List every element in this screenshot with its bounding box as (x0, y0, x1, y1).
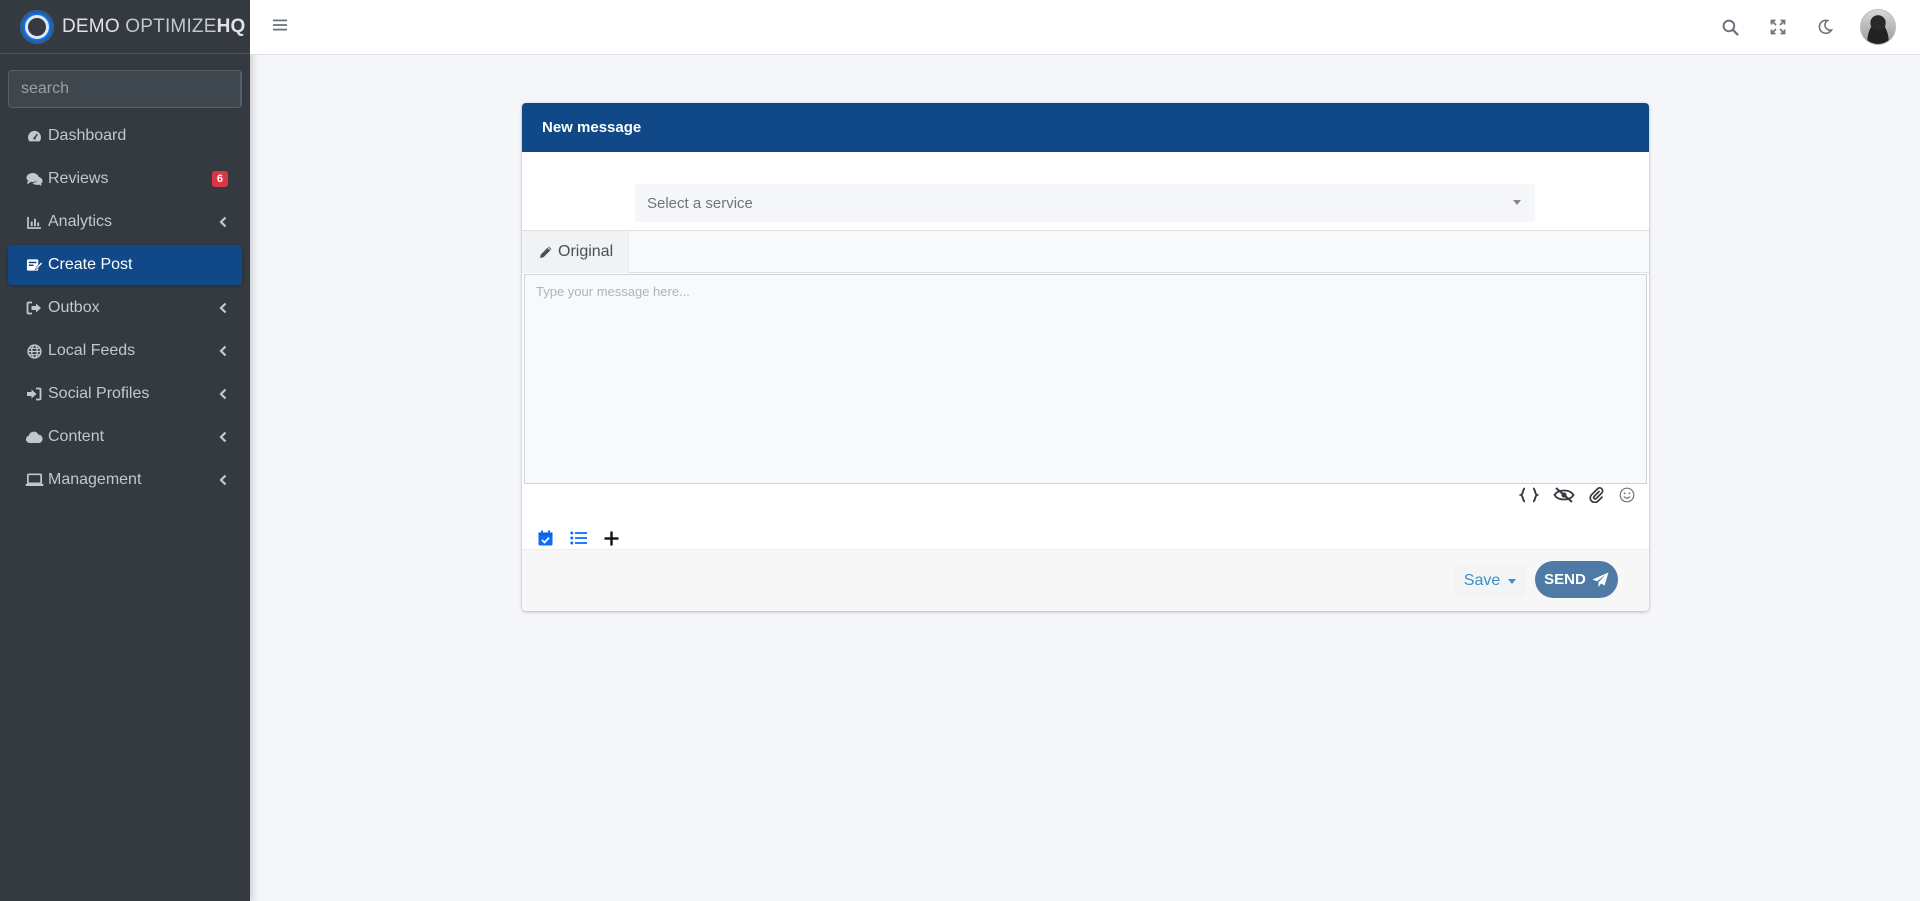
navbar-search-button[interactable] (1707, 0, 1754, 54)
sidebar-item-local-feeds[interactable]: Local Feeds (8, 331, 242, 371)
brand-logo-icon (20, 9, 54, 44)
moon-icon (1818, 19, 1833, 35)
brand-link[interactable]: DEMO OPTIMIZEHQ (0, 0, 250, 54)
comments-icon (24, 171, 44, 187)
card-footer: Save SEND (522, 549, 1649, 611)
sidebar-item-label: Create Post (48, 256, 133, 273)
chevron-left-icon (218, 216, 228, 228)
eye-slash-icon (1553, 487, 1575, 503)
laptop-icon (24, 472, 44, 488)
brand-text: DEMO OPTIMIZEHQ (62, 15, 246, 37)
chevron-left-icon (218, 431, 228, 443)
caret-down-icon (1508, 578, 1517, 584)
menu-toggle-icon[interactable] (272, 18, 290, 36)
sidebar-item-analytics[interactable]: Analytics (8, 202, 242, 242)
save-dropdown-button[interactable]: Save (1454, 564, 1526, 598)
sidebar-item-reviews[interactable]: Reviews 6 (8, 159, 242, 199)
tab-original[interactable]: Original (522, 231, 629, 273)
sidebar-item-label: Social Profiles (48, 385, 150, 402)
tab-label: Original (558, 243, 614, 260)
message-editor: Original (522, 230, 1649, 486)
fullscreen-button[interactable] (1754, 0, 1801, 54)
search-button[interactable] (240, 71, 242, 107)
service-select-placeholder: Select a service (647, 194, 753, 212)
add-button[interactable] (604, 531, 619, 546)
message-textarea-wrapper (524, 274, 1647, 484)
search-icon (241, 81, 242, 97)
sidebar-item-outbox[interactable]: Outbox (8, 288, 242, 328)
pencil-icon (539, 245, 553, 259)
preview-toggle-button[interactable] (1553, 487, 1575, 503)
sidebar-item-label: Analytics (48, 213, 113, 230)
chevron-left-icon (218, 474, 228, 486)
sidebar-item-social-profiles[interactable]: Social Profiles (8, 374, 242, 414)
chevron-left-icon (218, 388, 228, 400)
sidebar-item-label: Management (48, 471, 142, 488)
sidebar-item-label: Local Feeds (48, 342, 136, 359)
service-select[interactable]: Select a service (635, 184, 1535, 222)
caret-down-icon (1513, 200, 1521, 205)
editor-tabs: Original (522, 230, 1649, 273)
sidebar-item-content[interactable]: Content (8, 417, 242, 457)
new-message-card: New message Select a service Original Sa… (522, 103, 1649, 611)
bar-chart-icon (24, 214, 44, 230)
sidebar-item-label: Dashboard (48, 127, 127, 144)
sidebar-item-label: Reviews (48, 170, 109, 187)
calendar-check-icon (538, 530, 553, 546)
send-button-label: SEND (1544, 571, 1586, 588)
list-button[interactable] (570, 531, 587, 545)
chevron-left-icon (218, 302, 228, 314)
search-input[interactable] (9, 71, 240, 107)
sidebar-nav: Dashboard Reviews 6 Analytics Create Pos… (0, 116, 250, 500)
sidebar-search (8, 70, 242, 108)
globe-icon (24, 343, 44, 359)
dark-mode-toggle[interactable] (1801, 0, 1848, 54)
smiley-icon (1619, 487, 1635, 503)
sidebar: DEMO OPTIMIZEHQ Dashboard Reviews 6 Anal… (0, 0, 250, 901)
sidebar-item-create-post[interactable]: Create Post (8, 245, 242, 285)
cloud-icon (24, 429, 44, 445)
schedule-button[interactable] (538, 530, 553, 546)
send-button[interactable]: SEND (1535, 561, 1618, 598)
list-icon (570, 531, 587, 545)
save-button-label: Save (1463, 572, 1501, 589)
dashboard-icon (24, 128, 44, 144)
chevron-left-icon (218, 345, 228, 357)
sidebar-item-management[interactable]: Management (8, 460, 242, 500)
post-action-icons (538, 528, 619, 548)
paper-plane-icon (1592, 572, 1609, 587)
variables-button[interactable] (1519, 487, 1539, 503)
plus-icon (604, 531, 619, 545)
user-avatar[interactable] (1860, 9, 1896, 45)
message-textarea[interactable] (525, 275, 1646, 483)
paperclip-icon (1589, 487, 1604, 503)
sign-in-icon (24, 386, 44, 402)
reviews-count-badge: 6 (211, 171, 228, 187)
attach-button[interactable] (1589, 487, 1605, 503)
create-post-icon (24, 257, 44, 273)
sidebar-item-label: Content (48, 428, 105, 445)
sidebar-item-label: Outbox (48, 299, 100, 316)
editor-tools (1519, 485, 1635, 505)
card-title: New message (522, 103, 1649, 152)
curly-braces-icon (1519, 487, 1539, 503)
top-navbar (250, 0, 1920, 55)
navbar-right-icons (1707, 0, 1896, 54)
sidebar-item-dashboard[interactable]: Dashboard (8, 116, 242, 156)
search-icon (1722, 19, 1739, 36)
emoji-button[interactable] (1619, 487, 1635, 503)
expand-icon (1770, 19, 1785, 35)
sign-out-icon (24, 300, 44, 316)
